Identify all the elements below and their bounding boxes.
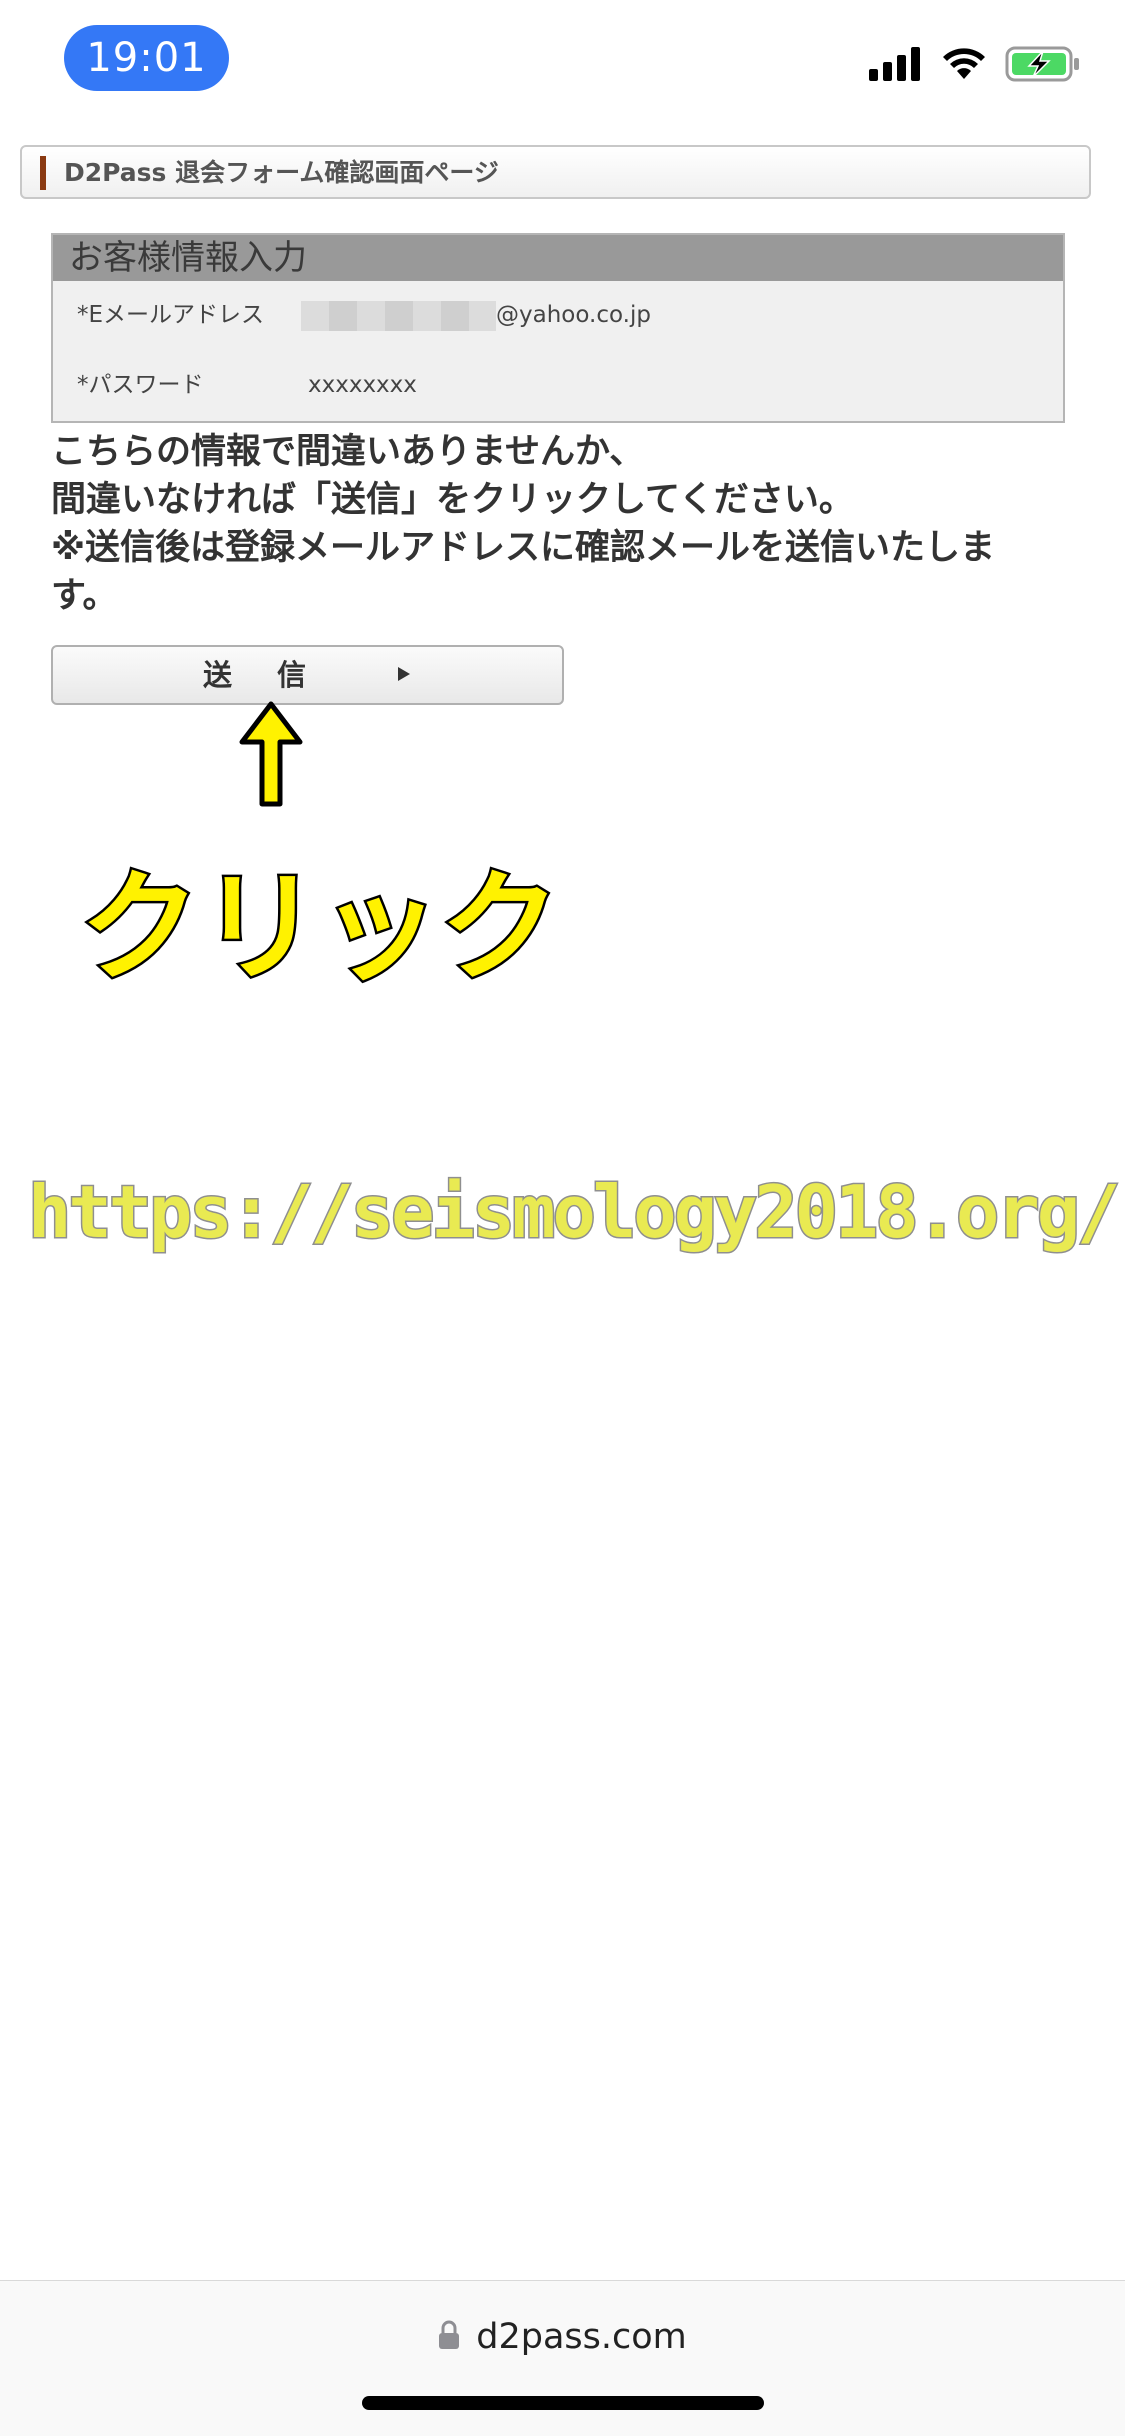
home-indicator: [362, 2396, 764, 2410]
watermark-url: https://seismology2018.org/: [26, 1169, 1121, 1256]
status-icons: [869, 46, 1081, 82]
email-row: *Eメールアドレス @yahoo.co.jp: [53, 295, 1063, 335]
click-annotation-text: クリック: [78, 857, 563, 1001]
play-arrow-icon: [398, 667, 410, 681]
submit-button[interactable]: 送信: [51, 645, 564, 705]
page-header: D2Pass 退会フォーム確認画面ページ: [20, 145, 1091, 199]
cellular-signal-icon: [869, 47, 920, 81]
wifi-icon: [943, 48, 985, 79]
header-accent-bar: [40, 156, 46, 190]
password-row: *パスワード xxxxxxxx: [53, 365, 1063, 405]
customer-info-box: お客様情報入力 *Eメールアドレス @yahoo.co.jp *パスワード xx…: [51, 233, 1065, 423]
confirmation-message: こちらの情報で間違いありませんか、 間違いなければ「送信」をクリックしてください…: [51, 428, 1071, 620]
password-label: *パスワード: [77, 372, 204, 398]
url-display[interactable]: d2pass.com: [0, 2317, 1125, 2357]
status-time: 19:01: [64, 25, 229, 91]
battery-charging-icon: [1005, 46, 1079, 82]
section-title: お客様情報入力: [53, 235, 1063, 281]
page-title: D2Pass 退会フォーム確認画面ページ: [64, 158, 499, 187]
up-arrow-icon: [239, 701, 303, 807]
password-value: xxxxxxxx: [308, 372, 417, 398]
message-line: ※送信後は登録メールアドレスに確認メールを送信いたしま: [51, 528, 996, 568]
message-line: 間違いなければ「送信」をクリックしてください。: [51, 480, 854, 520]
email-masked-value: [301, 301, 496, 331]
page: 19:01 D2Pass 退会フォーム確認画面ページ お客様情報入力 *Eメール…: [0, 0, 1125, 2436]
email-domain: @yahoo.co.jp: [496, 302, 651, 328]
browser-url-bar[interactable]: d2pass.com: [0, 2280, 1125, 2436]
email-label: *Eメールアドレス: [77, 302, 265, 328]
lock-icon: [439, 2320, 460, 2349]
submit-button-label: 送信: [203, 658, 352, 692]
url-text: d2pass.com: [476, 2317, 687, 2357]
message-line: す。: [51, 576, 118, 616]
message-line: こちらの情報で間違いありませんか、: [51, 432, 645, 472]
